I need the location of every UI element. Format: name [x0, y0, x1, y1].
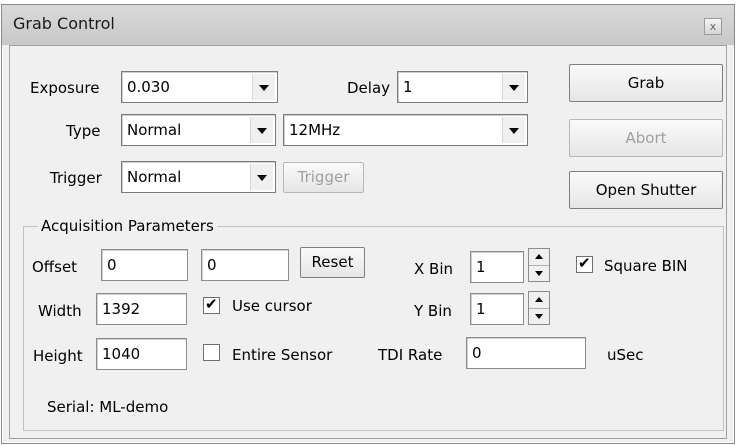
width-field[interactable]: 1392 — [96, 293, 187, 325]
chevron-down-icon[interactable] — [250, 117, 273, 143]
tdi-unit-label: uSec — [607, 346, 644, 364]
spin-up-icon[interactable] — [529, 249, 549, 266]
type-value: Normal — [127, 121, 182, 139]
tdi-rate-label: TDI Rate — [378, 346, 443, 364]
grab-button[interactable]: Grab — [569, 64, 723, 102]
type-label: Type — [66, 122, 101, 140]
square-bin-label: Square BIN — [604, 257, 688, 275]
offset-y-field[interactable]: 0 — [201, 249, 289, 281]
exposure-value: 0.030 — [127, 78, 170, 96]
offset-y-value: 0 — [207, 256, 217, 274]
spin-up-icon[interactable] — [529, 292, 549, 309]
delay-label: Delay — [347, 79, 391, 97]
chevron-down-icon[interactable] — [250, 164, 273, 190]
width-value: 1392 — [102, 300, 141, 318]
exposure-combo[interactable]: 0.030 — [121, 71, 278, 103]
type-combo[interactable]: Normal — [121, 114, 276, 146]
close-icon[interactable]: x — [704, 18, 722, 35]
xbin-field[interactable]: 1 — [470, 251, 524, 283]
entire-sensor-checkbox[interactable] — [203, 344, 220, 361]
offset-x-value: 0 — [107, 256, 117, 274]
reset-button[interactable]: Reset — [300, 247, 365, 278]
delay-combo[interactable]: 1 — [397, 71, 528, 103]
trigger-combo[interactable]: Normal — [121, 161, 276, 193]
window-title: Grab Control — [13, 14, 115, 33]
xbin-spinner[interactable] — [528, 248, 550, 282]
trigger-label: Trigger — [50, 169, 102, 187]
readout-speed-combo[interactable]: 12MHz — [283, 114, 528, 146]
xbin-value: 1 — [476, 258, 486, 276]
readout-speed-value: 12MHz — [289, 121, 341, 139]
square-bin-checkbox[interactable] — [576, 254, 593, 273]
xbin-label: X Bin — [414, 260, 454, 278]
use-cursor-label: Use cursor — [232, 297, 312, 315]
ybin-field[interactable]: 1 — [470, 293, 524, 325]
open-shutter-button[interactable]: Open Shutter — [569, 171, 723, 209]
height-field[interactable]: 1040 — [96, 338, 187, 370]
trigger-button[interactable]: Trigger — [283, 162, 364, 193]
acquisition-parameters-title: Acquisition Parameters — [38, 216, 217, 236]
chevron-down-icon[interactable] — [502, 74, 525, 100]
offset-x-field[interactable]: 0 — [101, 249, 188, 281]
chevron-down-icon[interactable] — [252, 74, 275, 100]
delay-value: 1 — [403, 78, 413, 96]
ybin-value: 1 — [476, 300, 486, 318]
width-label: Width — [38, 302, 82, 320]
offset-label: Offset — [32, 258, 78, 276]
serial-label: Serial: ML-demo — [47, 398, 169, 416]
chevron-down-icon[interactable] — [502, 117, 525, 143]
spin-down-icon[interactable] — [529, 308, 549, 324]
tdi-rate-field[interactable]: 0 — [466, 337, 586, 369]
ybin-spinner[interactable] — [528, 291, 550, 325]
abort-button[interactable]: Abort — [569, 119, 723, 157]
entire-sensor-label: Entire Sensor — [232, 346, 333, 364]
ybin-label: Y Bin — [414, 302, 452, 320]
height-label: Height — [33, 347, 83, 365]
exposure-label: Exposure — [30, 79, 100, 97]
use-cursor-checkbox[interactable] — [203, 295, 220, 314]
tdi-rate-value: 0 — [472, 344, 482, 362]
trigger-value: Normal — [127, 168, 182, 186]
height-value: 1040 — [102, 345, 141, 363]
spin-down-icon[interactable] — [529, 265, 549, 281]
